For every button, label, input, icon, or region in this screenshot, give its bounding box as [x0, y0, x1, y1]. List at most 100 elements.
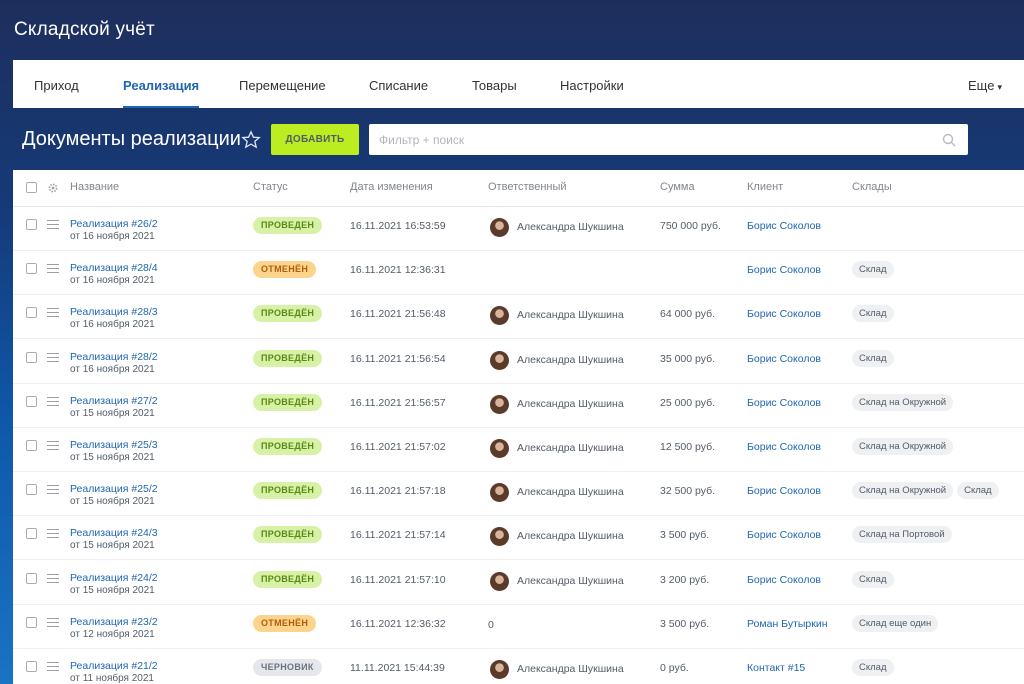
warehouse-tag[interactable]: Склад [852, 570, 894, 588]
table-row[interactable]: Реализация #25/2 от 15 ноября 2021 ПРОВЕДЁ… [13, 472, 1024, 517]
document-link[interactable]: Реализация #28/4 [70, 262, 158, 274]
row-checkbox[interactable] [26, 572, 37, 584]
gear-icon[interactable] [47, 182, 59, 194]
document-link[interactable]: Реализация #27/2 [70, 395, 158, 407]
column-header-client[interactable]: Клиент [747, 181, 783, 193]
client-link[interactable]: Борис Соколов [747, 264, 821, 276]
responsible-name[interactable]: Александра Шукшина [517, 398, 624, 410]
column-header-warehouses[interactable]: Склады [852, 181, 892, 193]
row-checkbox[interactable] [26, 307, 37, 319]
row-checkbox[interactable] [26, 661, 37, 672]
row-checkbox[interactable] [26, 484, 37, 496]
table-row[interactable]: Реализация #26/2 от 16 ноября 2021 ПРОВЕДЕ… [13, 207, 1024, 251]
client-link[interactable]: Борис Соколов [747, 220, 821, 232]
row-menu-icon[interactable] [47, 220, 59, 230]
tab-realizatsiya[interactable]: Реализация [123, 60, 200, 108]
tab-spisanie[interactable]: Списание [369, 60, 428, 108]
table-row[interactable]: Реализация #27/2 от 15 ноября 2021 ПРОВЕДЁ… [13, 384, 1024, 428]
client-link[interactable]: Борис Соколов [747, 529, 821, 541]
warehouse-tag[interactable]: Склад на Окружной [852, 482, 954, 500]
search-box [369, 124, 968, 155]
row-checkbox[interactable] [26, 616, 37, 628]
client-link[interactable]: Борис Соколов [747, 308, 821, 320]
responsible-name[interactable]: Александра Шукшина [517, 575, 624, 587]
document-link[interactable]: Реализация #24/3 [70, 527, 158, 539]
table-row[interactable]: Реализация #28/2 от 16 ноября 2021 ПРОВЕДЁ… [13, 340, 1024, 384]
table-row[interactable]: Реализация #24/3 от 15 ноября 2021 ПРОВЕДЁ… [13, 516, 1024, 561]
client-link[interactable]: Роман Бутыркин [747, 618, 828, 630]
table-row[interactable]: Реализация #21/2 от 11 ноября 2021 ЧЕРНОВИ… [13, 649, 1024, 684]
warehouse-tag[interactable]: Склад на Окружной [852, 438, 954, 455]
row-checkbox[interactable] [26, 440, 37, 451]
tab-nastroyki[interactable]: Настройки [560, 60, 624, 108]
column-header-responsible[interactable]: Ответственный [488, 181, 567, 193]
responsible-name[interactable]: Александра Шукшина [517, 221, 624, 233]
add-button[interactable]: ДОБАВИТЬ [271, 124, 359, 155]
column-header-sum[interactable]: Сумма [660, 181, 695, 193]
row-checkbox[interactable] [26, 528, 37, 540]
row-menu-icon[interactable] [47, 529, 59, 539]
row-menu-icon[interactable] [47, 441, 59, 451]
table-row[interactable]: Реализация #28/3 от 16 ноября 2021 ПРОВЕДЁ… [13, 295, 1024, 340]
document-link[interactable]: Реализация #28/3 [70, 306, 158, 318]
status-badge: ПРОВЕДЁН [253, 349, 323, 367]
warehouse-tag[interactable]: Склад [852, 261, 894, 279]
warehouse-tag[interactable]: Склад [852, 349, 894, 367]
row-menu-icon[interactable] [47, 573, 59, 584]
client-link[interactable]: Борис Соколов [747, 441, 821, 453]
star-icon[interactable] [241, 130, 261, 150]
document-link[interactable]: Реализация #25/2 [70, 483, 158, 495]
search-icon[interactable] [942, 133, 956, 147]
document-link[interactable]: Реализация #26/2 [70, 218, 158, 230]
table-row[interactable]: Реализация #24/2 от 15 ноября 2021 ПРОВЕДЁ… [13, 561, 1024, 605]
client-link[interactable]: Борис Соколов [747, 353, 821, 365]
responsible-name[interactable]: Александра Шукшина [517, 663, 624, 675]
responsible-name[interactable]: Александра Шукшина [517, 442, 624, 454]
warehouse-tag[interactable]: Склад на Портовой [852, 526, 952, 544]
document-link[interactable]: Реализация #28/2 [70, 351, 158, 363]
warehouse-tag[interactable]: Склад на Окружной [852, 393, 954, 411]
tab-tovary[interactable]: Товары [472, 60, 517, 108]
document-link[interactable]: Реализация #24/2 [70, 572, 158, 584]
more-menu-label: Еще [968, 78, 995, 93]
row-checkbox[interactable] [26, 395, 37, 407]
row-menu-icon[interactable] [47, 264, 59, 274]
table-row[interactable]: Реализация #23/2 от 12 ноября 2021 ОТМЕНЁН… [13, 605, 1024, 649]
client-link[interactable]: Борис Соколов [747, 397, 821, 409]
modified-date: 16.11.2021 12:36:32 [350, 617, 446, 630]
tab-peremeshchenie[interactable]: Перемещение [239, 60, 326, 108]
row-checkbox[interactable] [26, 263, 37, 275]
warehouse-tag[interactable]: Склад [957, 482, 999, 500]
more-menu[interactable]: Еще ▾ [968, 60, 1002, 113]
responsible-name[interactable]: Александра Шукшина [517, 354, 624, 366]
responsible-name[interactable]: Александра Шукшина [517, 530, 624, 542]
client-link[interactable]: Борис Соколов [747, 485, 821, 497]
client-link[interactable]: Борис Соколов [747, 574, 821, 586]
search-input[interactable] [369, 124, 929, 155]
row-menu-icon[interactable] [47, 485, 59, 495]
column-header-modified[interactable]: Дата изменения [350, 181, 433, 193]
warehouse-tag[interactable]: Склад еще один [852, 614, 939, 632]
client-link[interactable]: Контакт #15 [747, 662, 805, 674]
warehouse-tag[interactable]: Склад [852, 305, 894, 323]
row-menu-icon[interactable] [47, 617, 59, 628]
row-menu-icon[interactable] [47, 662, 59, 672]
responsible-name[interactable]: Александра Шукшина [517, 309, 624, 321]
column-header-name[interactable]: Название [70, 181, 119, 193]
responsible-name[interactable]: Александра Шукшина [517, 486, 624, 498]
document-link[interactable]: Реализация #23/2 [70, 616, 158, 628]
document-date: от 12 ноября 2021 [70, 628, 155, 640]
row-menu-icon[interactable] [47, 396, 59, 407]
row-menu-icon[interactable] [47, 308, 59, 318]
row-checkbox[interactable] [26, 351, 37, 363]
select-all-checkbox[interactable] [26, 182, 37, 193]
row-checkbox[interactable] [26, 219, 37, 230]
table-row[interactable]: Реализация #25/3 от 15 ноября 2021 ПРОВЕДЁ… [13, 428, 1024, 472]
document-link[interactable]: Реализация #25/3 [70, 439, 158, 451]
column-header-status[interactable]: Статус [253, 181, 288, 193]
warehouse-tag[interactable]: Склад [852, 659, 894, 676]
tab-prikhod[interactable]: Приход [34, 60, 79, 108]
document-link[interactable]: Реализация #21/2 [70, 660, 158, 672]
row-menu-icon[interactable] [47, 352, 59, 363]
table-row[interactable]: Реализация #28/4 от 16 ноября 2021 ОТМЕНЁН… [13, 251, 1024, 296]
